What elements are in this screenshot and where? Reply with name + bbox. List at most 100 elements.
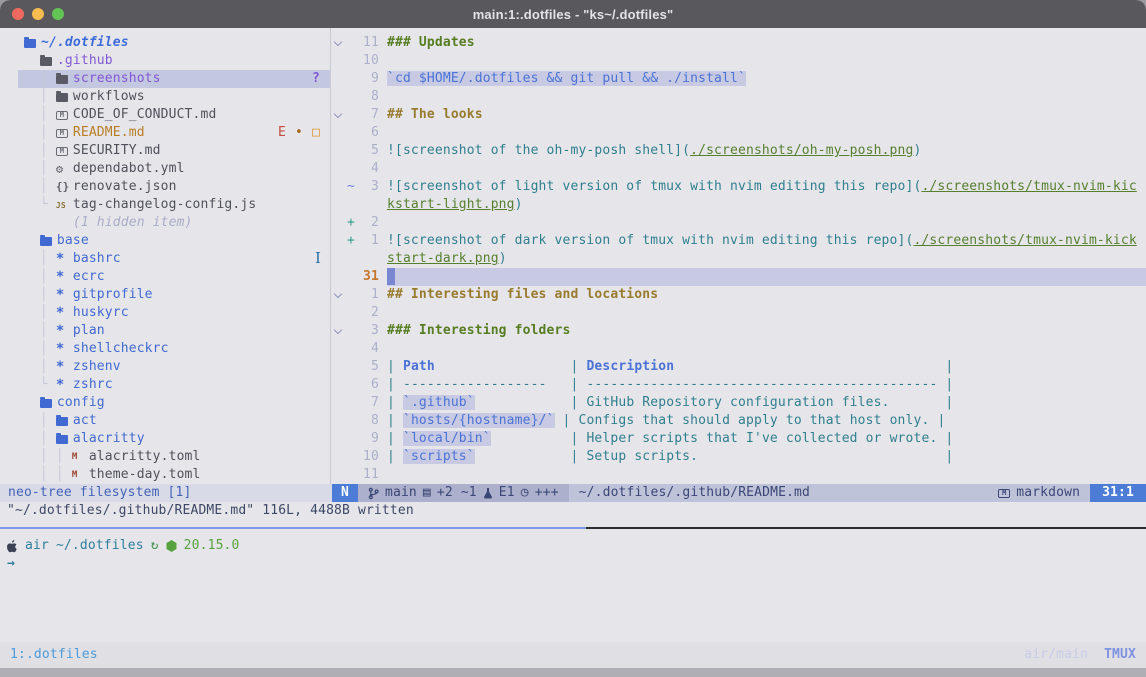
git-added-sign: + [345,232,359,250]
indent-guide: │ [8,340,56,358]
markdown-url[interactable]: ./screenshots/oh-my-posh.png [690,143,913,158]
editor-line-wrap[interactable]: kstart-light.png) [331,196,1146,214]
line-number: 5 [359,142,387,160]
indent-guide: │ [8,286,56,304]
folder-open-icon [40,57,57,66]
window-title: main:1:.dotfiles - "ks~/.dotfiles" [0,7,1146,22]
line-number: 2 [359,214,387,232]
editor-table-row[interactable]: 8| `hosts/{hostname}/` | Configs that sh… [331,412,1146,430]
tree-item-renovate[interactable]: │ {}renovate.json [0,178,330,196]
tree-item-tag-changelog[interactable]: └ JStag-changelog-config.js [0,196,330,214]
tree-item-security[interactable]: │ SECURITY.md [0,142,330,160]
editor-line-wrap[interactable]: start-dark.png) [331,250,1146,268]
vim-mode-indicator: N [332,484,358,502]
table-pad [555,413,563,428]
fold-chevron-icon[interactable] [331,34,345,52]
fold-column [331,340,345,358]
clock-icon: ◷ [521,484,529,502]
indent-guide: │ [8,322,56,340]
editor-line[interactable]: 11 [331,466,1146,484]
editor-line[interactable]: 8 [331,88,1146,106]
markdown-url[interactable]: ./screenshots/tmux-nvim-kick [913,233,1136,248]
tmux-pane-border[interactable] [0,527,1146,529]
tree-item-bashrc[interactable]: │ *bashrc [0,250,330,268]
markdown-url[interactable]: ./screenshots/tmux-nvim-kic [921,179,1136,194]
tree-item-config[interactable]: config [0,394,330,412]
tree-item-act[interactable]: │ act [0,412,330,430]
tree-item-alacritty-toml[interactable]: │ │ Malacritty.toml [0,448,330,466]
editor-table-row[interactable]: 10| `scripts` | Setup scripts. | [331,448,1146,466]
table-code-cell: `.github` [403,395,475,410]
tree-item-dotfiles-root[interactable]: ~/.dotfiles [0,34,330,52]
fold-column [331,430,345,448]
statusline-filepath-segment: ~/.dotfiles/.github/README.md markdown [569,484,1090,502]
indent-guide: │ [8,268,56,286]
line-number: 7 [359,106,387,124]
fold-column [331,466,345,484]
dotfile-star-icon: * [56,322,73,340]
line-number: 1 [359,286,387,304]
tree-item-code-of-conduct[interactable]: │ CODE_OF_CONDUCT.md [0,106,330,124]
tree-item-ecrc[interactable]: │ *ecrc [0,268,330,286]
fold-chevron-icon[interactable] [331,106,345,124]
markdown-url[interactable]: start-dark.png [387,251,499,266]
tree-item-plan[interactable]: │ *plan [0,322,330,340]
editor-line[interactable]: 1## Interesting files and locations [331,286,1146,304]
editor-line[interactable]: 5![screenshot of the oh-my-posh shell](.… [331,142,1146,160]
indent-guide [8,52,40,70]
tree-item-workflows[interactable]: │ workflows [0,88,330,106]
tree-item-label: README.md [73,124,145,142]
table-pipe: | [937,359,953,374]
fold-column [331,232,345,250]
editor-table-row[interactable]: 9| `local/bin` | Helper scripts that I'v… [331,430,1146,448]
editor-line[interactable]: 4 [331,160,1146,178]
tree-item-gitprofile[interactable]: │ *gitprofile [0,286,330,304]
fold-chevron-icon[interactable] [331,286,345,304]
tree-item-zshenv[interactable]: │ *zshenv [0,358,330,376]
indent-guide [8,214,56,232]
tree-item-github[interactable]: .github [0,52,330,70]
markdown-file-icon [56,129,73,138]
hostname: air [25,537,49,555]
markdown-url[interactable]: kstart-light.png [387,197,515,212]
tmux-window-tab[interactable]: 1:.dotfiles [10,646,98,664]
editor-line[interactable]: +2 [331,214,1146,232]
table-divider: ----------------------------------------… [586,377,937,392]
tree-item-dependabot[interactable]: │ ⚙dependabot.yml [0,160,330,178]
table-pipe: | [387,449,403,464]
editor-line[interactable]: 11### Updates [331,34,1146,52]
line-number [359,196,387,214]
editor-line[interactable]: 3### Interesting folders [331,322,1146,340]
fold-chevron-icon[interactable] [331,322,345,340]
editor-cursor-line[interactable]: 31 [331,268,1146,286]
tree-item-screenshots[interactable]: │ screenshots? [0,70,330,88]
tree-item-shellcheckrc[interactable]: │ *shellcheckrc [0,340,330,358]
editor-table-row[interactable]: 7| `.github` | GitHub Repository configu… [331,394,1146,412]
tree-item-readme[interactable]: │ README.mdE•□ [0,124,330,142]
editor-line[interactable]: 7## The looks [331,106,1146,124]
shell-input-line[interactable]: → [7,555,1146,573]
editor-line[interactable]: 2 [331,304,1146,322]
indent-guide: │ [8,124,56,142]
tree-item-theme-day-toml[interactable]: │ │ Mtheme-day.toml [0,466,330,484]
tree-item-base[interactable]: base [0,232,330,250]
table-pipe: | [563,395,587,410]
editor-line[interactable]: 10 [331,52,1146,70]
text-cursor-block [387,268,395,285]
editor-line[interactable]: 6 [331,124,1146,142]
editor-table-header[interactable]: 5| Path | Description | [331,358,1146,376]
editor-line[interactable]: 4 [331,340,1146,358]
mouse-ibeam-cursor: I [315,249,321,267]
editor-table-divider[interactable]: 6| ------------------ | ----------------… [331,376,1146,394]
tree-item-zshrc[interactable]: └ *zshrc [0,376,330,394]
editor-line[interactable]: +1![screenshot of dark version of tmux w… [331,232,1146,250]
line-number: 6 [359,376,387,394]
table-divider: ------------------ [403,377,563,392]
tree-item-huskyrc[interactable]: │ *huskyrc [0,304,330,322]
editor-line[interactable]: 9`cd $HOME/.dotfiles && git pull && ./in… [331,70,1146,88]
folder-open-icon [40,237,57,246]
tree-item-alacritty[interactable]: │ alacritty [0,430,330,448]
markdown-image-text: ![screenshot of the oh-my-posh shell]( [387,143,690,158]
table-pipe: | [563,413,579,428]
editor-line[interactable]: ~3![screenshot of light version of tmux … [331,178,1146,196]
